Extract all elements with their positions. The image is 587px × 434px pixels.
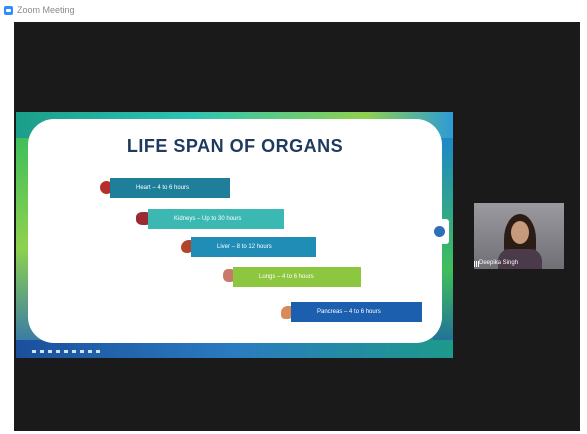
- window-title: Zoom Meeting: [17, 5, 75, 15]
- organ-bar-liver: Liver – 8 to 12 hours: [191, 237, 316, 257]
- meeting-area: LIFE SPAN OF ORGANS Heart – 4 to 6 hours…: [14, 22, 580, 431]
- organ-bar-pancreas: Pancreas – 4 to 6 hours: [291, 302, 422, 322]
- slide-title: LIFE SPAN OF ORGANS: [126, 136, 344, 156]
- slide-footer-decoration: [32, 350, 102, 353]
- window-titlebar: Zoom Meeting: [0, 0, 587, 22]
- zoom-icon: [4, 6, 13, 15]
- shared-screen: LIFE SPAN OF ORGANS Heart – 4 to 6 hours…: [16, 112, 453, 358]
- participant-face: [511, 221, 529, 244]
- expand-panel-icon[interactable]: [430, 219, 449, 244]
- organ-bar-kidneys: Kidneys – Up to 30 hours: [148, 209, 284, 229]
- organ-bar-heart: Heart – 4 to 6 hours: [110, 178, 230, 198]
- participant-video-tile[interactable]: Deepika Singh: [474, 203, 564, 269]
- slide-card: LIFE SPAN OF ORGANS Heart – 4 to 6 hours…: [28, 119, 442, 343]
- organ-bar-lungs: Lungs – 4 to 6 hours: [233, 267, 361, 287]
- participant-name: Deepika Singh: [479, 260, 519, 266]
- participant-body: [498, 249, 542, 269]
